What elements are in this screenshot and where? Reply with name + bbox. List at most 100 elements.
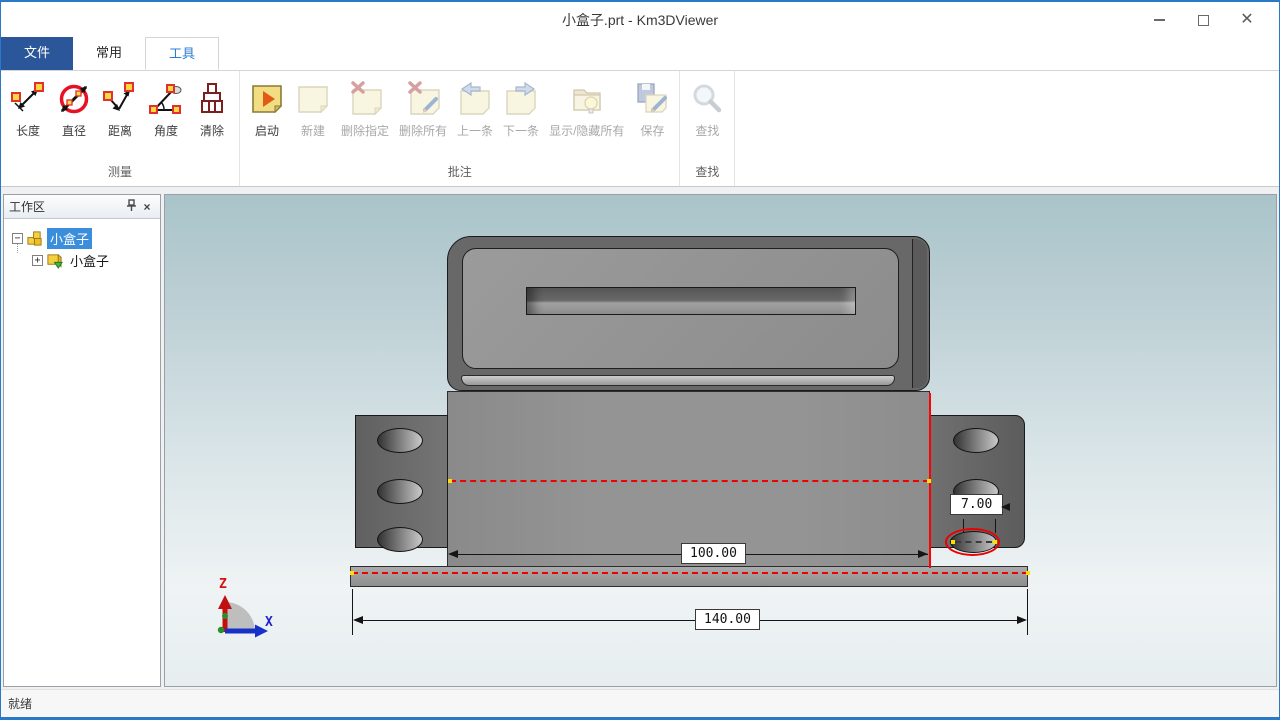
dim-140-ext-left xyxy=(352,589,353,635)
endpoint-dot xyxy=(350,571,354,575)
diameter-icon xyxy=(56,81,92,117)
maximize-button[interactable] xyxy=(1181,5,1225,35)
length-button[interactable]: 长度 xyxy=(5,79,51,141)
hole xyxy=(377,527,423,552)
title-bar: 小盒子.prt - Km3DViewer ✕ xyxy=(1,2,1279,38)
annotation-showhide-button[interactable]: 显示/隐藏所有 xyxy=(544,79,629,141)
measure-dashed-bottom-line xyxy=(352,572,1028,574)
window-title: 小盒子.prt - Km3DViewer xyxy=(1,2,1279,38)
angle-label: 角度 xyxy=(154,122,178,139)
find-button[interactable]: 查找 xyxy=(684,79,730,141)
endpoint-dot xyxy=(927,479,931,483)
status-bar: 就绪 xyxy=(1,689,1279,717)
clear-icon xyxy=(194,81,230,117)
model-base-plate xyxy=(350,566,1028,587)
note-save-icon xyxy=(634,81,670,117)
dim-140-line xyxy=(355,620,1025,621)
group-label-measure: 测量 xyxy=(5,159,235,186)
panel-close-button[interactable]: × xyxy=(139,200,155,214)
annotation-save-label: 保存 xyxy=(640,122,664,139)
dim-140-label[interactable]: 140.00 xyxy=(695,609,760,630)
note-delete-icon xyxy=(347,81,383,117)
dim-7-arrow xyxy=(1001,503,1010,511)
note-prev-icon xyxy=(457,81,493,117)
tree-row-root[interactable]: − 小盒子 xyxy=(6,227,158,249)
status-text: 就绪 xyxy=(8,695,32,712)
expand-expander[interactable]: + xyxy=(32,255,43,266)
note-new-icon xyxy=(295,81,331,117)
z-axis-label: Z xyxy=(219,577,227,592)
annotation-showhide-label: 显示/隐藏所有 xyxy=(549,122,624,139)
endpoint-dot xyxy=(951,540,955,544)
dim-140-arrow-right xyxy=(1017,616,1027,624)
dim-100-label[interactable]: 100.00 xyxy=(681,543,746,564)
find-label: 查找 xyxy=(695,122,719,139)
viewport-3d[interactable]: 100.00 140.00 7.00 xyxy=(164,194,1277,687)
workspace-tree: − 小盒子 + xyxy=(4,219,160,279)
x-axis-label: X xyxy=(265,615,273,630)
annotation-new-button[interactable]: 新建 xyxy=(290,79,336,141)
model-lid-lip xyxy=(461,375,895,386)
angle-button[interactable]: 角度 xyxy=(143,79,189,141)
ribbon-group-find: 查找 查找 xyxy=(680,71,735,186)
length-label: 长度 xyxy=(16,122,40,139)
close-button[interactable]: ✕ xyxy=(1225,5,1269,35)
ribbon-tab-row: 文件 常用 工具 xyxy=(1,38,1279,71)
endpoint-dot xyxy=(448,479,452,483)
hole xyxy=(953,428,999,453)
note-next-icon xyxy=(503,81,539,117)
distance-icon xyxy=(102,81,138,117)
tree-item-assembly[interactable]: 小盒子 xyxy=(47,228,92,249)
model-lid-side-face xyxy=(912,239,927,388)
annotation-prev-button[interactable]: 上一条 xyxy=(452,79,498,141)
tree-row-part[interactable]: + 小盒子 xyxy=(6,249,158,271)
dim-100-arrow-right xyxy=(918,550,928,558)
group-label-annotation: 批注 xyxy=(244,159,675,186)
model-handle-slot xyxy=(526,287,856,315)
minimize-icon xyxy=(1154,19,1165,21)
coordinate-triad xyxy=(205,590,285,645)
annotation-delete-all-label: 删除所有 xyxy=(399,122,447,139)
workspace-panel-header: 工作区 × xyxy=(4,195,160,219)
endpoint-dot xyxy=(1026,571,1030,575)
note-start-icon xyxy=(249,81,285,117)
annotation-next-label: 下一条 xyxy=(503,122,539,139)
ribbon-group-annotation: 启动 新建 删 xyxy=(240,71,680,186)
pin-button[interactable] xyxy=(123,199,139,215)
measure-dashed-mid-line xyxy=(450,480,929,482)
ribbon: 长度 直径 xyxy=(1,71,1279,187)
angle-icon xyxy=(148,81,184,117)
close-icon: ✕ xyxy=(1240,12,1253,28)
distance-label: 距离 xyxy=(108,122,132,139)
annotation-save-button[interactable]: 保存 xyxy=(629,79,675,141)
clear-button[interactable]: 清除 xyxy=(189,79,235,141)
assembly-icon xyxy=(26,230,43,247)
note-delete-all-icon xyxy=(405,81,441,117)
annotation-delete-all-button[interactable]: 删除所有 xyxy=(394,79,452,141)
workspace-panel: 工作区 × − xyxy=(3,194,161,687)
diameter-label: 直径 xyxy=(62,122,86,139)
annotation-prev-label: 上一条 xyxy=(457,122,493,139)
note-showhide-icon xyxy=(569,81,605,117)
tab-tools[interactable]: 工具 xyxy=(145,37,219,70)
maximize-icon xyxy=(1198,15,1209,26)
tree-item-part[interactable]: 小盒子 xyxy=(67,250,112,271)
annotation-new-label: 新建 xyxy=(301,122,325,139)
window-controls: ✕ xyxy=(1137,2,1269,38)
minimize-button[interactable] xyxy=(1137,5,1181,35)
hole xyxy=(377,428,423,453)
annotation-delete-button[interactable]: 删除指定 xyxy=(336,79,394,141)
annotation-next-button[interactable]: 下一条 xyxy=(498,79,544,141)
diameter-button[interactable]: 直径 xyxy=(51,79,97,141)
hole xyxy=(377,479,423,504)
distance-button[interactable]: 距离 xyxy=(97,79,143,141)
pin-icon xyxy=(126,199,137,212)
group-label-find: 查找 xyxy=(684,159,730,186)
tab-file[interactable]: 文件 xyxy=(1,37,73,70)
length-icon xyxy=(10,81,46,117)
collapse-expander[interactable]: − xyxy=(12,233,23,244)
main-area: 工作区 × − xyxy=(1,187,1279,689)
tab-home[interactable]: 常用 xyxy=(73,37,145,70)
dim-7-label[interactable]: 7.00 xyxy=(950,494,1003,515)
annotation-start-button[interactable]: 启动 xyxy=(244,79,290,141)
